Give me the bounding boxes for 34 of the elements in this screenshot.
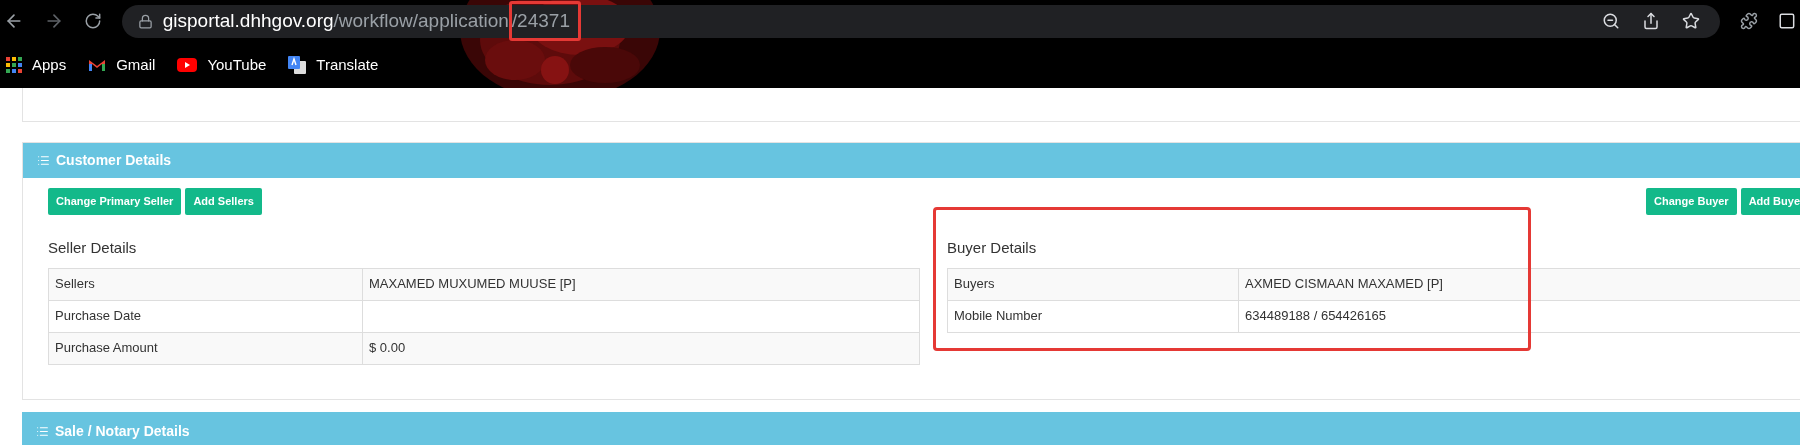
address-bar[interactable]: gisportal.dhhgov.org/workflow/application/24371 (121, 4, 1721, 38)
panel-title: Customer Details (56, 151, 172, 170)
highlighted-url-id: /24371 (508, 0, 581, 42)
list-icon (37, 154, 50, 167)
table-cell: $ 0.00 (362, 332, 920, 364)
reload-icon[interactable] (83, 12, 102, 30)
section-heading: Buyer Details (947, 238, 1038, 258)
star-icon[interactable] (1682, 12, 1701, 30)
list-icon (36, 425, 49, 438)
url-host: gisportal.dhhgov.org (162, 8, 334, 33)
extensions-icon[interactable] (1740, 12, 1759, 30)
table-cell: Purchase Date (48, 300, 363, 332)
bookmark[interactable]: YouTube (177, 53, 267, 77)
table-cell: 634489188 / 654426165 (1238, 300, 1800, 332)
table-cell: AXMED CISMAAN MAXAMED [P] (1238, 268, 1800, 300)
bookmark[interactable]: Apps (6, 53, 67, 77)
bookmark[interactable]: Translate (288, 53, 379, 77)
play-icon (177, 58, 198, 72)
table-cell: Sellers (48, 268, 363, 300)
bookmark[interactable]: Gmail (88, 53, 156, 77)
zoom-out-icon[interactable] (1602, 12, 1621, 30)
mail-icon (88, 58, 107, 72)
section-heading: Seller Details (48, 238, 138, 258)
translate-icon (288, 56, 307, 74)
table-cell: Buyers (947, 268, 1239, 300)
window-icon[interactable] (1778, 12, 1796, 30)
lock-icon (137, 13, 153, 29)
table-cell: Purchase Amount (48, 332, 363, 364)
share-icon[interactable] (1642, 12, 1661, 30)
table-cell: Mobile Number (947, 300, 1239, 332)
table-cell: MAXAMED MUXUMED MUUSE [P] (362, 268, 920, 300)
url-path: /workflow/application (333, 8, 509, 33)
apps-grid-icon (6, 57, 22, 73)
panel-title: Sale / Notary Details (55, 422, 190, 441)
